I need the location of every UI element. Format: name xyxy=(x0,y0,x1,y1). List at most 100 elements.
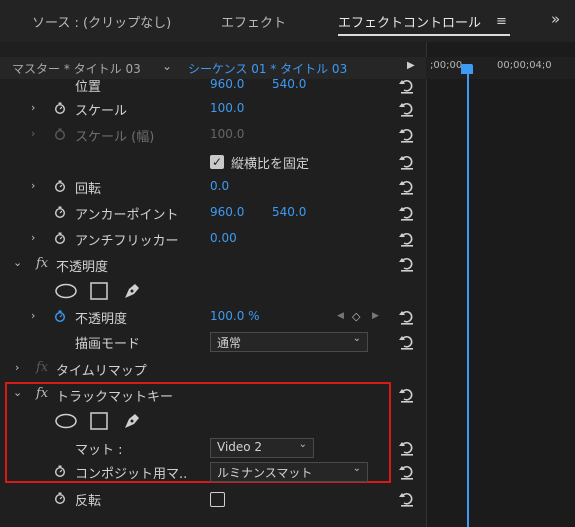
composite-using-dropdown[interactable]: ルミナンスマット ⌄ xyxy=(210,462,368,482)
stopwatch-icon[interactable] xyxy=(54,102,66,114)
next-keyframe-icon[interactable]: ▶ xyxy=(372,311,379,321)
row-antiflicker: › アンチフリッカー 0.00 xyxy=(0,226,426,252)
chevron-down-icon: ⌄ xyxy=(352,463,361,474)
play-triangle-icon[interactable]: ▶ xyxy=(407,60,415,71)
composite-using-label: コンポジット用マ.. xyxy=(75,467,188,482)
row-uniform-scale: ✓ 縦横比を固定 xyxy=(0,149,426,175)
reset-icon[interactable] xyxy=(398,179,416,195)
expand-arrow-icon[interactable]: › xyxy=(31,309,35,322)
ellipse-mask-icon[interactable] xyxy=(55,413,77,429)
collapse-chevron-icon[interactable]: ⌄ xyxy=(13,256,22,269)
pen-mask-icon[interactable] xyxy=(122,411,142,431)
tab-source[interactable]: ソース : (クリップなし) xyxy=(32,12,171,31)
pen-mask-icon[interactable] xyxy=(122,281,142,301)
reset-icon[interactable] xyxy=(398,387,416,403)
rotation-label: 回転 xyxy=(75,182,102,197)
reset-icon[interactable] xyxy=(398,256,416,272)
row-reverse: 反転 xyxy=(0,486,426,512)
ellipse-mask-icon[interactable] xyxy=(55,283,77,299)
time-remap-label: タイムリマップ xyxy=(56,364,147,379)
matte-dropdown[interactable]: Video 2 ⌄ xyxy=(210,438,314,458)
mask-tools xyxy=(0,278,426,304)
fx-badge-icon[interactable]: fx xyxy=(36,256,48,271)
stopwatch-icon[interactable] xyxy=(54,465,66,477)
row-matte: マット : Video 2 ⌄ xyxy=(0,435,426,461)
stopwatch-icon-active[interactable] xyxy=(54,310,66,322)
position-x-value[interactable]: 960.0 xyxy=(210,77,244,91)
reset-icon[interactable] xyxy=(398,205,416,221)
add-keyframe-icon[interactable]: ◇ xyxy=(352,310,360,323)
anchor-y-value[interactable]: 540.0 xyxy=(272,205,306,219)
row-opacity-effect: ⌄ fx 不透明度 xyxy=(0,252,426,278)
scale-width-label: スケール (幅) xyxy=(75,130,155,145)
row-time-remap: › fx タイムリマップ xyxy=(0,356,426,382)
uniform-scale-checkbox[interactable]: ✓ xyxy=(210,155,224,169)
expand-arrow-icon[interactable]: › xyxy=(31,101,35,114)
chevron-down-icon: ⌄ xyxy=(352,333,361,344)
track-matte-mask-tools xyxy=(0,408,426,434)
opacity-value[interactable]: 100.0 % xyxy=(210,309,260,323)
stopwatch-icon xyxy=(55,128,65,140)
stopwatch-icon[interactable] xyxy=(54,492,66,504)
expand-arrow-icon[interactable]: › xyxy=(15,361,19,374)
reverse-checkbox[interactable] xyxy=(210,492,225,507)
overflow-chevron-icon[interactable]: » xyxy=(551,10,560,28)
chevron-down-icon: ⌄ xyxy=(298,439,307,450)
blend-mode-dropdown[interactable]: 通常 ⌄ xyxy=(210,332,368,352)
reset-icon[interactable] xyxy=(398,154,416,170)
scale-label: スケール xyxy=(75,104,128,119)
reverse-label: 反転 xyxy=(75,494,102,509)
chevron-down-icon[interactable]: ⌄ xyxy=(162,59,172,73)
tab-effect-controls[interactable]: エフェクトコントロール xyxy=(338,12,481,31)
scale-value[interactable]: 100.0 xyxy=(210,101,244,115)
expand-arrow-icon[interactable]: › xyxy=(31,179,35,192)
mini-timeline[interactable] xyxy=(426,42,575,527)
expand-arrow-icon: › xyxy=(31,127,36,140)
row-opacity: › 不透明度 100.0 % ◀ ◇ ▶ xyxy=(0,304,426,330)
antiflicker-label: アンチフリッカー xyxy=(75,234,179,249)
stopwatch-icon[interactable] xyxy=(54,206,66,218)
reset-icon[interactable] xyxy=(398,127,416,143)
timecode-start: ;00;00 xyxy=(430,60,463,71)
uniform-scale-label: 縦横比を固定 xyxy=(231,157,310,172)
opacity-label: 不透明度 xyxy=(75,312,128,327)
row-blend-mode: 描画モード 通常 ⌄ xyxy=(0,329,426,355)
active-tab-underline xyxy=(338,34,510,36)
anchor-x-value[interactable]: 960.0 xyxy=(210,205,244,219)
row-composite-using: コンポジット用マ.. ルミナンスマット ⌄ xyxy=(0,459,426,485)
reset-icon[interactable] xyxy=(398,334,416,350)
stopwatch-icon[interactable] xyxy=(54,180,66,192)
collapse-chevron-icon[interactable]: ⌄ xyxy=(13,386,22,399)
antiflicker-value[interactable]: 0.00 xyxy=(210,231,237,245)
row-track-matte-key: ⌄ fx トラックマットキー xyxy=(0,382,426,408)
panel-menu-icon[interactable]: ≡ xyxy=(496,14,507,29)
scale-width-value: 100.0 xyxy=(210,127,245,141)
fx-badge-icon: fx xyxy=(36,360,49,375)
stopwatch-icon[interactable] xyxy=(54,232,66,244)
reset-icon[interactable] xyxy=(398,440,416,456)
position-y-value[interactable]: 540.0 xyxy=(272,77,306,91)
rectangle-mask-icon[interactable] xyxy=(90,412,108,430)
reset-icon[interactable] xyxy=(398,78,416,94)
fx-badge-icon[interactable]: fx xyxy=(36,386,48,401)
expand-arrow-icon[interactable]: › xyxy=(31,231,35,244)
rotation-value[interactable]: 0.0 xyxy=(210,179,229,193)
track-matte-key-label: トラックマットキー xyxy=(56,390,174,405)
timecode-end: 00;00;04;0 xyxy=(497,60,552,71)
opacity-effect-label: 不透明度 xyxy=(56,260,109,275)
reset-icon[interactable] xyxy=(398,309,416,325)
prev-keyframe-icon[interactable]: ◀ xyxy=(337,311,344,321)
blend-mode-value: 通常 xyxy=(217,336,242,350)
rectangle-mask-icon[interactable] xyxy=(90,282,108,300)
matte-label: マット : xyxy=(75,443,123,458)
reset-icon[interactable] xyxy=(398,464,416,480)
tab-effects[interactable]: エフェクト xyxy=(221,12,286,31)
playhead-line[interactable] xyxy=(467,64,469,527)
reset-icon[interactable] xyxy=(398,231,416,247)
anchor-point-label: アンカーポイント xyxy=(75,208,179,223)
reset-icon[interactable] xyxy=(398,491,416,507)
composite-using-value: ルミナンスマット xyxy=(217,466,313,480)
row-rotation: › 回転 0.0 xyxy=(0,174,426,200)
blend-mode-label: 描画モード xyxy=(75,337,141,352)
reset-icon[interactable] xyxy=(398,101,416,117)
